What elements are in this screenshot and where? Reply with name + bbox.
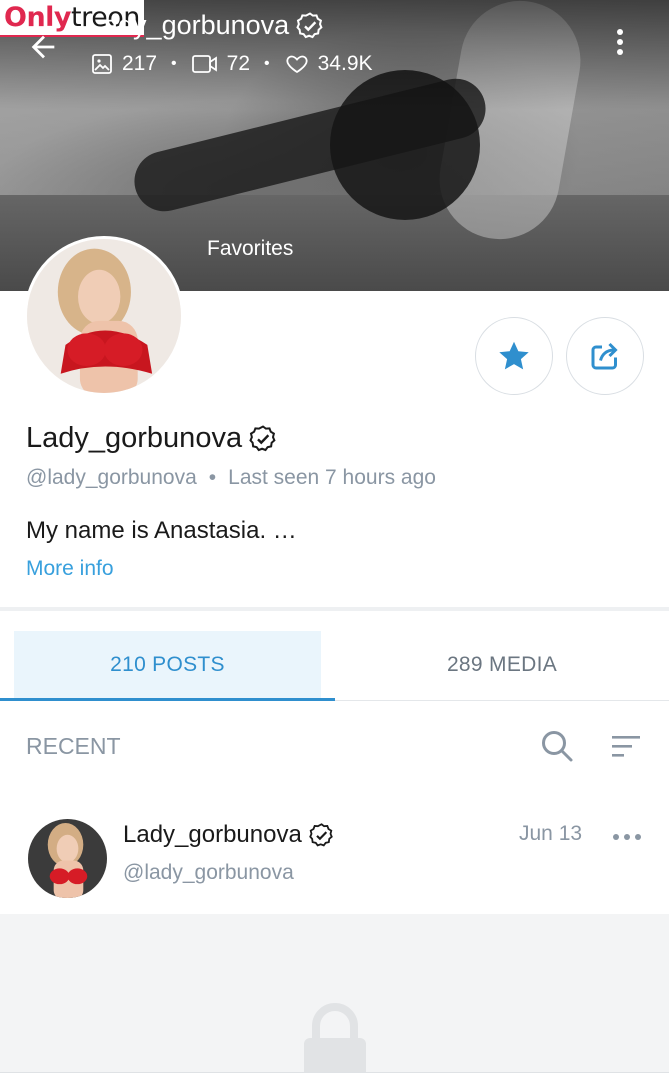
favorite-button[interactable] (475, 317, 553, 395)
profile-name: Lady_gorbunova (26, 422, 243, 454)
header-title: Lady_gorbunova (88, 10, 325, 41)
section-label: RECENT (26, 733, 121, 759)
likes-count: 34.9K (317, 52, 373, 75)
videos-stat: 72 (191, 52, 250, 76)
photo-icon (92, 54, 112, 74)
videos-count: 72 (226, 52, 251, 75)
post-date: Jun 13 (519, 822, 583, 845)
lock-icon (304, 1003, 366, 1080)
watermark-part-1: Only (4, 2, 72, 33)
post-author-row: Lady_gorbunova (123, 821, 335, 849)
search-icon[interactable] (540, 729, 574, 763)
photos-count: 217 (122, 52, 158, 75)
video-icon (191, 55, 217, 73)
section-divider (0, 607, 669, 611)
verified-icon (309, 822, 333, 846)
verified-icon (249, 424, 276, 451)
bottom-divider (0, 1072, 669, 1080)
heart-icon (286, 55, 308, 74)
verified-icon (296, 11, 323, 38)
more-vert-icon[interactable] (606, 26, 634, 58)
profile-avatar[interactable] (24, 236, 184, 396)
avatar-photo (27, 239, 181, 393)
header-stats: 217 • 72 • 34.9K (90, 52, 373, 76)
profile-handle: @lady_gorbunova (26, 466, 197, 489)
active-tab-indicator (0, 698, 335, 701)
tab-posts[interactable]: 210 POSTS (14, 631, 321, 699)
post-avatar-photo (28, 819, 107, 898)
photos-stat: 217 (90, 52, 157, 76)
more-horiz-icon[interactable] (611, 826, 643, 848)
more-info-link[interactable]: More info (26, 557, 114, 581)
post-avatar[interactable] (28, 819, 107, 898)
sort-icon[interactable] (610, 733, 642, 761)
tab-media[interactable]: 289 MEDIA (335, 631, 669, 699)
profile-meta: @lady_gorbunova • Last seen 7 hours ago (26, 466, 436, 490)
post-author-name[interactable]: Lady_gorbunova (123, 821, 302, 849)
header-title-text: Lady_gorbunova (88, 10, 290, 40)
cover-label: Favorites (207, 237, 294, 260)
share-button[interactable] (566, 317, 644, 395)
meta-separator: • (208, 466, 217, 489)
star-icon (499, 341, 529, 370)
back-arrow-icon[interactable] (26, 30, 60, 64)
post-author-handle: @lady_gorbunova (123, 861, 294, 884)
profile-bio: My name is Anastasia. … (26, 517, 297, 544)
share-icon (591, 342, 618, 370)
profile-name-row: Lady_gorbunova (26, 422, 278, 455)
last-seen: Last seen 7 hours ago (228, 466, 436, 489)
likes-stat: 34.9K (284, 52, 373, 76)
